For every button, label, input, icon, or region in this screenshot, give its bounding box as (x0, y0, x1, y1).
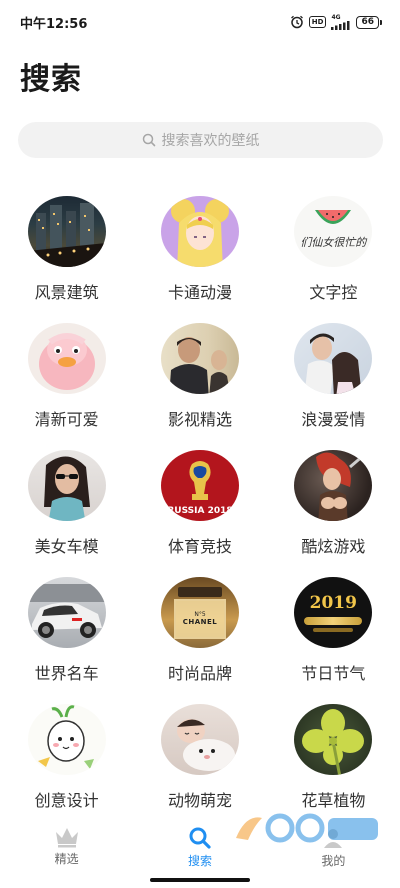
city-night-thumbnail (27, 196, 106, 267)
category-label: 节日节气 (301, 664, 366, 683)
woman-sunglasses-thumbnail (27, 450, 106, 521)
cartoon-radish-thumbnail (27, 704, 106, 775)
category-label: 影视精选 (167, 410, 232, 429)
sports-car-thumbnail (27, 577, 106, 648)
signal-icon: 4G (331, 14, 351, 30)
game-character-thumbnail (294, 450, 373, 521)
battery-icon: 66 (356, 15, 382, 29)
category-label: 体育竞技 (167, 537, 232, 556)
status-bar: 中午12:56 HD 4G 66 (0, 0, 400, 44)
category-grid: 风景建筑 卡通动漫 们仙女很忙的 文字控 清新可爱 影视精选 浪漫爱情 美女车模… (0, 196, 400, 811)
romantic-couple-thumbnail (294, 323, 373, 394)
category-label: 美女车模 (34, 537, 99, 556)
category-label: 创意设计 (34, 791, 99, 810)
category-film-picks[interactable]: 影视精选 (133, 323, 266, 430)
tab-featured[interactable]: 精选 (0, 822, 133, 874)
category-label: 风景建筑 (34, 283, 99, 302)
overlay-text: CHANEL (182, 618, 218, 626)
category-cartoon-anime[interactable]: 卡通动漫 (133, 196, 266, 303)
home-indicator-area (0, 874, 400, 888)
search-input[interactable]: 搜索喜欢的壁纸 (18, 122, 383, 158)
category-label: 文字控 (309, 283, 358, 302)
screen: 中午12:56 HD 4G 66 搜索 搜索喜欢的壁纸 风景建筑 卡通动漫 们仙… (0, 0, 400, 888)
tab-label: 精选 (54, 852, 79, 866)
world-cup-thumbnail: RUSSIA 2018 (160, 450, 239, 521)
tab-label: 搜索 (187, 854, 212, 868)
category-festivals[interactable]: 2019 节日节气 (267, 577, 400, 684)
alarm-icon (290, 15, 304, 29)
category-label: 动物萌宠 (167, 791, 232, 810)
anime-girl-thumbnail (160, 196, 239, 267)
category-car-models[interactable]: 美女车模 (0, 450, 133, 557)
overlay-text: 们仙女很忙的 (300, 235, 367, 249)
category-cool-games[interactable]: 酷炫游戏 (267, 450, 400, 557)
category-text-lovers[interactable]: 们仙女很忙的 文字控 (267, 196, 400, 303)
category-label: 酷炫游戏 (301, 537, 366, 556)
status-time: 中午12:56 (20, 16, 88, 32)
page-title: 搜索 (20, 62, 82, 97)
status-icons: HD 4G 66 (290, 14, 382, 30)
search-placeholder: 搜索喜欢的壁纸 (161, 133, 260, 149)
category-fresh-cute[interactable]: 清新可爱 (0, 323, 133, 430)
chanel-perfume-thumbnail: N°5 CHANEL (160, 577, 239, 648)
category-cute-pets[interactable]: 动物萌宠 (133, 704, 266, 811)
hd-badge: HD (308, 16, 327, 28)
movie-still-thumbnail (160, 323, 239, 394)
category-sports[interactable]: RUSSIA 2018 体育竞技 (133, 450, 266, 557)
category-romance[interactable]: 浪漫爱情 (267, 323, 400, 430)
category-label: 时尚品牌 (167, 664, 232, 683)
category-famous-cars[interactable]: 世界名车 (0, 577, 133, 684)
watermelon-text-thumbnail: 们仙女很忙的 (294, 196, 373, 267)
category-plants[interactable]: 花草植物 (267, 704, 400, 811)
category-label: 世界名车 (34, 664, 99, 683)
clover-leaf-thumbnail (294, 704, 373, 775)
pink-duck-thumbnail (27, 323, 106, 394)
category-creative-design[interactable]: 创意设计 (0, 704, 133, 811)
category-label: 清新可爱 (34, 410, 99, 429)
watermark-logo (232, 808, 382, 848)
category-fashion-brands[interactable]: N°5 CHANEL 时尚品牌 (133, 577, 266, 684)
crown-icon (54, 826, 80, 848)
battery-level: 66 (356, 15, 379, 29)
overlay-text: RUSSIA 2018 (167, 505, 233, 516)
category-landscape-architecture[interactable]: 风景建筑 (0, 196, 133, 303)
home-indicator[interactable] (150, 878, 250, 882)
tab-label: 我的 (321, 854, 346, 868)
search-icon (142, 133, 156, 147)
sleeping-pet-thumbnail (160, 704, 239, 775)
new-year-2019-thumbnail: 2019 (294, 577, 373, 648)
category-label: 浪漫爱情 (301, 410, 366, 429)
category-label: 卡通动漫 (167, 283, 232, 302)
overlay-text: 2019 (309, 593, 357, 613)
search-icon (188, 826, 212, 850)
